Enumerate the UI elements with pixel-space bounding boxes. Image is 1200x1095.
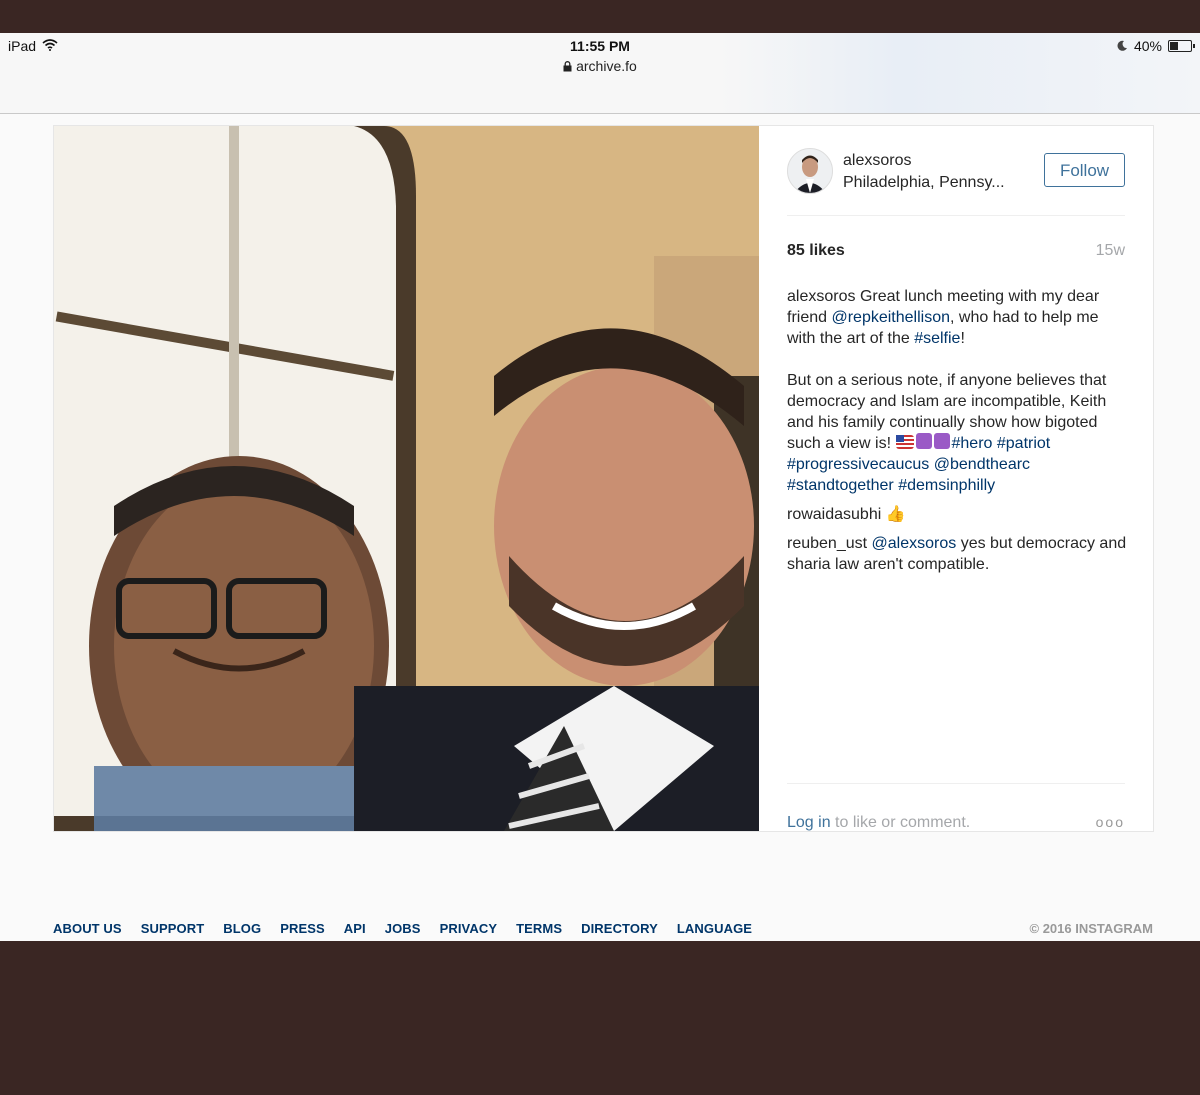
comments-list: alexsoros Great lunch meeting with my de… xyxy=(787,286,1127,583)
footer-link-jobs[interactable]: JOBS xyxy=(385,921,421,936)
us-flag-icon xyxy=(895,435,914,449)
login-link[interactable]: Log in xyxy=(787,814,831,831)
lock-icon xyxy=(563,58,576,74)
mention-link[interactable]: @bendthearc xyxy=(934,456,1030,473)
footer-link-about-us[interactable]: ABOUT US xyxy=(53,921,122,936)
hashtag-link[interactable]: #hero xyxy=(952,435,993,452)
footer-nav: ABOUT US SUPPORT BLOG PRESS API JOBS PRI… xyxy=(53,921,771,936)
moon-icon xyxy=(1117,38,1128,54)
copyright: © 2016 INSTAGRAM xyxy=(1029,921,1153,936)
status-right: 40% xyxy=(1117,38,1195,54)
likes-count[interactable]: 85 likes xyxy=(787,242,845,260)
footer: ABOUT US SUPPORT BLOG PRESS API JOBS PRI… xyxy=(53,921,1153,941)
post-sidebar: alexsoros Philadelphia, Pennsy... Follow… xyxy=(787,126,1127,832)
post-header: alexsoros Philadelphia, Pennsy... Follow xyxy=(787,148,1125,198)
hashtag-link[interactable]: #patriot xyxy=(997,435,1050,452)
footer-link-privacy[interactable]: PRIVACY xyxy=(440,921,498,936)
crescent-icon xyxy=(915,433,932,449)
comment: rowaidasubhi 👍 xyxy=(787,504,1127,525)
footer-link-terms[interactable]: TERMS xyxy=(516,921,562,936)
address-bar[interactable]: archive.fo xyxy=(0,58,1200,74)
post-card: alexsoros Philadelphia, Pennsy... Follow… xyxy=(53,125,1154,832)
divider xyxy=(787,215,1125,216)
hashtag-link[interactable]: #progressivecaucus xyxy=(787,456,929,473)
status-bar: iPad 11:55 PM archive.fo 40% xyxy=(0,33,1200,114)
more-options-icon[interactable]: ooo xyxy=(1096,814,1125,830)
mention-link[interactable]: @repkeithellison xyxy=(831,309,950,326)
post-location[interactable]: Philadelphia, Pennsy... xyxy=(843,174,1005,192)
hashtag-link[interactable]: #selfie xyxy=(914,330,960,347)
footer-link-language[interactable]: LANGUAGE xyxy=(677,921,752,936)
url-text: archive.fo xyxy=(576,58,637,74)
login-prompt: Log in to like or comment. xyxy=(787,814,970,832)
footer-link-directory[interactable]: DIRECTORY xyxy=(581,921,658,936)
footer-link-press[interactable]: PRESS xyxy=(280,921,325,936)
divider xyxy=(787,783,1125,784)
status-time: 11:55 PM xyxy=(570,38,630,54)
hashtag-link[interactable]: #standtogether xyxy=(787,477,894,494)
post-age[interactable]: 15w xyxy=(1096,242,1125,260)
battery-percent: 40% xyxy=(1133,38,1162,54)
browser-screen: iPad 11:55 PM archive.fo 40% alexsoros P… xyxy=(0,33,1200,941)
post-username[interactable]: alexsoros xyxy=(843,152,911,170)
caption: alexsoros Great lunch meeting with my de… xyxy=(787,286,1127,496)
star-of-david-icon xyxy=(933,433,950,449)
battery-level xyxy=(1170,42,1178,50)
thumbs-up-icon: 👍 xyxy=(885,506,906,523)
footer-link-support[interactable]: SUPPORT xyxy=(141,921,205,936)
follow-button[interactable]: Follow xyxy=(1044,153,1125,187)
avatar[interactable] xyxy=(787,148,833,194)
post-photo[interactable] xyxy=(54,126,759,831)
hashtag-link[interactable]: #demsinphilly xyxy=(898,477,995,494)
mention-link[interactable]: @alexsoros xyxy=(872,535,957,552)
comment-username[interactable]: reuben_ust xyxy=(787,535,867,552)
comment: reuben_ust @alexsoros yes but democracy … xyxy=(787,533,1127,575)
comment-username[interactable]: rowaidasubhi xyxy=(787,506,881,523)
caption-text: ! xyxy=(960,330,965,347)
login-prompt-text: to like or comment. xyxy=(835,814,971,831)
footer-link-api[interactable]: API xyxy=(344,921,366,936)
battery-icon xyxy=(1168,40,1195,52)
footer-link-blog[interactable]: BLOG xyxy=(223,921,261,936)
caption-username[interactable]: alexsoros xyxy=(787,288,855,305)
